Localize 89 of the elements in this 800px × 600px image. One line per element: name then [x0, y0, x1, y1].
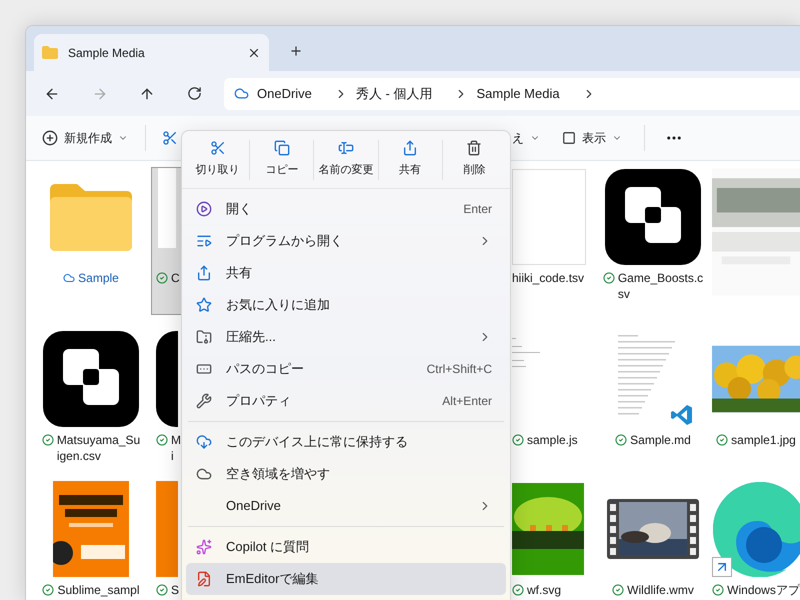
- file-tile[interactable]: Game_Boosts.c sv: [601, 167, 705, 315]
- wrench-icon: [196, 393, 212, 409]
- square-icon: [562, 131, 576, 145]
- shortcut-icon: [712, 557, 732, 577]
- refresh-icon[interactable]: [187, 86, 202, 101]
- file-name: C: [171, 270, 180, 286]
- cloud-icon: [234, 86, 249, 101]
- menu-item[interactable]: プロパティ Alt+Enter: [186, 385, 506, 417]
- file-tile[interactable]: sample1.jpg: [711, 329, 800, 449]
- file-tile[interactable]: Wildlife.wmv: [601, 479, 705, 599]
- shortcut-text: Enter: [463, 201, 492, 218]
- shortcut-text: Ctrl+Shift+C: [426, 361, 492, 378]
- menu-action-button[interactable]: 共有: [378, 140, 442, 179]
- menu-item[interactable]: パスのコピー Ctrl+Shift+C: [186, 353, 506, 385]
- file-name: Sample: [78, 270, 119, 286]
- address-bar[interactable]: OneDrive 秀人 - 個人用 Sample Media: [224, 78, 800, 110]
- star-icon: [196, 297, 212, 313]
- breadcrumb-item[interactable]: OneDrive: [257, 84, 312, 104]
- file-name: Game_Boosts.c sv: [618, 270, 704, 302]
- sort-button[interactable]: え: [512, 129, 540, 147]
- file-name: sample.js: [527, 432, 578, 448]
- up-icon[interactable]: [139, 86, 155, 102]
- view-button[interactable]: 表示: [562, 129, 622, 147]
- app-icon: [43, 331, 139, 427]
- menu-item[interactable]: このデバイス上に常に保持する: [186, 426, 506, 458]
- menu-item[interactable]: OneDrive: [186, 490, 506, 522]
- breadcrumb-item[interactable]: 秀人 - 個人用: [356, 84, 432, 104]
- cloud-icon: [196, 466, 212, 482]
- breadcrumb-item[interactable]: Sample Media: [476, 84, 560, 104]
- file-name: Sample.md: [630, 432, 691, 448]
- file-tile[interactable]: hiiki_code.tsv: [511, 167, 595, 315]
- file-name: S: [171, 582, 180, 598]
- shortcut-text: Alt+Enter: [442, 393, 492, 410]
- menu-item[interactable]: EmEditorで編集: [186, 563, 506, 595]
- tab[interactable]: Sample Media: [34, 34, 269, 71]
- menu-action-button[interactable]: 切り取り: [186, 140, 250, 179]
- file-tile[interactable]: Windowsアプ: [711, 479, 800, 599]
- file-tile[interactable]: S: [151, 479, 182, 599]
- menu-item[interactable]: 共有: [186, 257, 506, 289]
- file-name: Wildlife.wmv: [627, 582, 694, 598]
- cut-icon: [210, 140, 226, 156]
- cut-icon[interactable]: [162, 130, 178, 146]
- file-tile[interactable]: M i: [151, 329, 182, 465]
- plus-icon: [42, 130, 58, 146]
- code-thumbnail: [512, 338, 540, 367]
- pen-file-icon: [196, 571, 212, 587]
- menu-item[interactable]: お気に入りに追加: [186, 289, 506, 321]
- file-tile[interactable]: Matsuyama_Su igen.csv: [39, 329, 143, 465]
- menu-action-button[interactable]: 削除: [442, 140, 506, 179]
- menu-item[interactable]: 圧縮先...: [186, 321, 506, 353]
- menu-item[interactable]: プログラムから開く: [186, 225, 506, 257]
- file-name: Windowsアプ: [727, 582, 800, 598]
- file-name: M i: [171, 432, 181, 464]
- delete-icon: [466, 140, 482, 156]
- menu-action-button[interactable]: 名前の変更: [314, 140, 378, 179]
- file-tile[interactable]: wf.svg: [511, 479, 595, 599]
- cloud-download-icon: [196, 434, 212, 450]
- menu-item[interactable]: 空き領域を増やす: [186, 458, 506, 490]
- list-icon: [196, 233, 212, 249]
- menu-action-button[interactable]: コピー: [250, 140, 314, 179]
- app-icon: [156, 331, 178, 427]
- file-tile[interactable]: Sample: [39, 167, 143, 315]
- file-name: Sublime_sampl: [57, 582, 140, 598]
- code-editor-icon: [670, 403, 694, 427]
- folder-icon: [42, 46, 58, 59]
- file-tile[interactable]: sample.js: [511, 329, 595, 449]
- menu-item[interactable]: Copilot に質問: [186, 531, 506, 563]
- file-name: hiiki_code.tsv: [512, 270, 584, 286]
- menu-item[interactable]: 開く Enter: [186, 193, 506, 225]
- file-tile[interactable]: Sublime_sampl: [39, 479, 143, 599]
- file-name: Matsuyama_Su igen.csv: [56, 432, 140, 464]
- share-icon: [196, 265, 212, 281]
- new-button[interactable]: 新規作成: [42, 129, 128, 147]
- copy-icon: [274, 140, 290, 156]
- file-name: wf.svg: [527, 582, 562, 598]
- archive-icon: [196, 329, 212, 345]
- swirl-icon: [712, 481, 800, 577]
- file-tile[interactable]: C: [151, 167, 182, 315]
- share-icon: [402, 140, 418, 156]
- app-icon: [605, 169, 701, 265]
- new-tab-icon[interactable]: [289, 44, 303, 58]
- back-icon[interactable]: [44, 86, 60, 102]
- folder-icon: [48, 183, 134, 251]
- tab-title: Sample Media: [68, 44, 146, 62]
- play-icon: [196, 201, 212, 217]
- rename-icon: [338, 140, 354, 156]
- sparkle-icon: [196, 539, 212, 555]
- file-name: sample1.jpg: [731, 432, 796, 448]
- file-tile[interactable]: Sample.md: [601, 329, 705, 449]
